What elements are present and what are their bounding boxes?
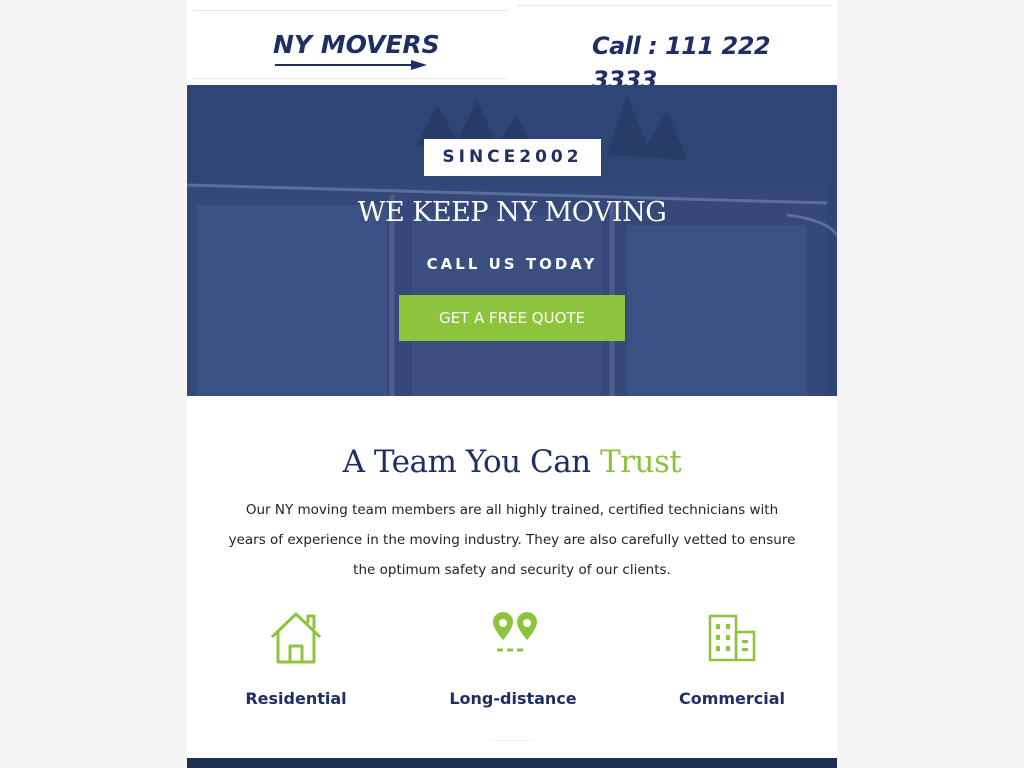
section-title: A Team You Can Trust (187, 440, 837, 484)
header: NY MOVERS Call : 111 222 3333 (187, 0, 837, 94)
section-title-main: A Team You Can (342, 444, 601, 480)
service-long-distance[interactable]: Long-distance (413, 610, 613, 708)
service-commercial[interactable]: Commercial (632, 610, 832, 708)
email-container: NY MOVERS Call : 111 222 3333 SINCE2002 (187, 0, 837, 768)
service-label: Residential (245, 689, 347, 708)
service-residential[interactable]: Residential (196, 610, 396, 708)
service-label: Commercial (678, 689, 786, 708)
hero-banner: SINCE2002 WE KEEP NY MOVING CALL US TODA… (187, 85, 837, 396)
truck-background-image (187, 85, 837, 396)
header-divider (517, 5, 832, 6)
house-icon (270, 612, 322, 664)
footer-strip (187, 758, 837, 768)
logo-arrow-icon (275, 60, 427, 70)
logo[interactable]: NY MOVERS (273, 30, 440, 60)
section-body-text: Our NY moving team members are all highl… (228, 502, 796, 578)
get-free-quote-button[interactable]: GET A FREE QUOTE (399, 295, 625, 341)
since-badge: SINCE2002 (424, 139, 601, 176)
hero-title: WE KEEP NY MOVING (357, 197, 667, 228)
building-icon (708, 614, 756, 662)
section-title-accent: Trust (600, 444, 682, 480)
hero-subtitle: CALL US TODAY (426, 255, 598, 273)
logo-box: NY MOVERS (193, 10, 507, 79)
map-pins-icon (493, 612, 537, 652)
service-label: Long-distance (449, 689, 577, 708)
divider (490, 740, 534, 741)
